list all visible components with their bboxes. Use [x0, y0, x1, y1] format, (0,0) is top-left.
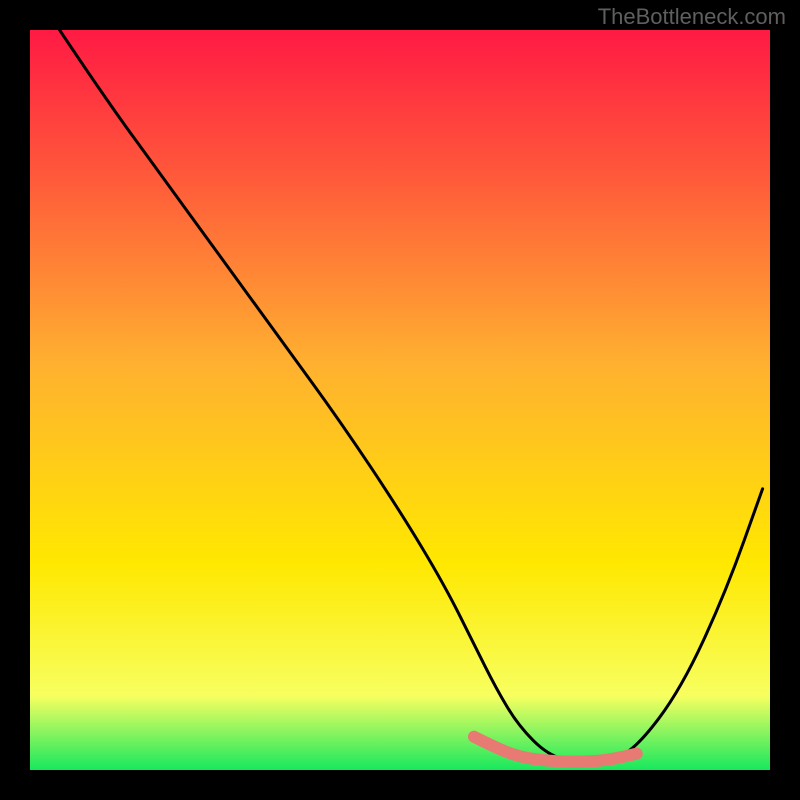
- gradient-background: [30, 30, 770, 770]
- plot-area: [30, 30, 770, 770]
- chart-svg: [30, 30, 770, 770]
- chart-frame: TheBottleneck.com: [0, 0, 800, 800]
- watermark-text: TheBottleneck.com: [598, 4, 786, 30]
